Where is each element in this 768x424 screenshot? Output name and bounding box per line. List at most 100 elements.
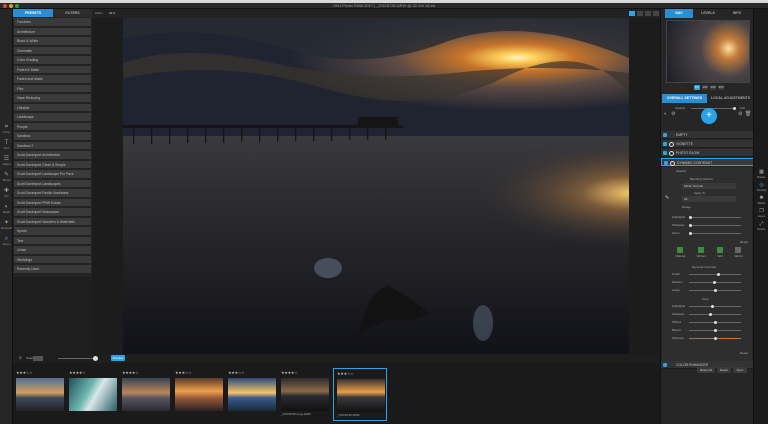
preset-category-item[interactable]: Urban xyxy=(14,246,91,255)
thumbnail-size-knob[interactable] xyxy=(93,356,98,361)
retouch-tool[interactable]: ✦ Retouch xyxy=(1,219,12,232)
enable-checkbox[interactable] xyxy=(663,133,667,137)
blend-mode-select[interactable]: Mode: Normal xyxy=(682,183,736,189)
preset-category-item[interactable]: Scott Davenport Landscape Pro Pack xyxy=(14,170,91,179)
preset-category-item[interactable]: Scott Davenport PRW Extras xyxy=(14,198,91,208)
filmstrip-item-2[interactable]: ★★★★☆ xyxy=(66,368,118,420)
mask-icon[interactable]: ◐ xyxy=(664,111,667,117)
tab-filters[interactable]: FILTERS xyxy=(53,9,92,17)
range-shadows-slider[interactable] xyxy=(689,224,741,227)
power-icon[interactable] xyxy=(669,141,674,147)
small-slider[interactable] xyxy=(689,273,741,276)
module-develop[interactable]: ◎ Develop xyxy=(755,182,768,194)
large-slider[interactable] xyxy=(689,289,741,292)
tab-levels[interactable]: LEVELS xyxy=(694,9,722,18)
medium-slider[interactable] xyxy=(689,281,741,284)
star-rating[interactable]: ★★★★☆ xyxy=(122,370,139,375)
trash-icon[interactable]: 🗑 xyxy=(745,111,751,117)
zoom-tool[interactable]: ⌕ Zoom xyxy=(1,235,12,248)
star-rating[interactable]: ★★★☆☆ xyxy=(16,370,33,375)
preset-category-item[interactable]: Weddings xyxy=(14,255,91,265)
tone-highlights-slider[interactable] xyxy=(689,305,741,308)
thumbnail-size-slider[interactable] xyxy=(58,358,98,359)
soft-preset[interactable]: Soft xyxy=(717,247,724,261)
tab-nav[interactable]: NAV xyxy=(665,9,693,18)
whites-slider[interactable] xyxy=(689,321,741,324)
enable-checkbox[interactable] xyxy=(663,363,667,367)
vibrance-slider[interactable] xyxy=(689,337,741,340)
image-canvas[interactable] xyxy=(92,18,660,354)
module-resize[interactable]: ⤢ Resize xyxy=(755,221,768,233)
split-view-icon[interactable] xyxy=(645,11,651,16)
adjust-tool[interactable]: ☰ Adjust xyxy=(1,155,12,168)
gear-icon[interactable]: ⚙ xyxy=(738,111,742,117)
preset-category-item[interactable]: Cinematic xyxy=(14,46,91,56)
module-layers[interactable]: ❐ Layers xyxy=(755,208,768,220)
enable-checkbox[interactable] xyxy=(663,151,667,155)
zoom-200-button[interactable]: 200 xyxy=(710,85,716,90)
power-icon[interactable] xyxy=(670,160,675,166)
module-browse[interactable]: ▦ Browse xyxy=(755,169,768,181)
preset-category-item[interactable]: Sports xyxy=(14,227,91,236)
preset-category-item[interactable]: Scott Davenport Landscapes xyxy=(14,179,91,189)
zoom-value[interactable]: 32.3 xyxy=(109,11,115,15)
apply-to-select[interactable]: All xyxy=(682,196,736,202)
sync-button[interactable]: Sync xyxy=(733,367,747,373)
search-icon[interactable]: ⌕ xyxy=(19,355,22,361)
tab-overall-settings[interactable]: OVERALL SETTINGS xyxy=(662,94,707,103)
tone-shadows-slider[interactable] xyxy=(689,313,741,316)
compare-view-icon[interactable] xyxy=(637,11,643,16)
eyedropper-icon[interactable]: ✎ xyxy=(665,195,669,201)
preset-category-item[interactable]: Scott Davenport Clean & Simple xyxy=(14,160,91,170)
preset-category-item[interactable]: Landscape xyxy=(14,113,91,122)
power-icon[interactable] xyxy=(669,150,674,156)
preset-category-item[interactable]: Scott Davenport Pacific Northwest xyxy=(14,189,91,198)
preset-category-item[interactable]: Text xyxy=(14,236,91,246)
enable-checkbox[interactable] xyxy=(664,161,668,165)
star-rating[interactable]: ★★★☆☆ xyxy=(228,370,245,375)
preset-category-item[interactable]: People xyxy=(14,122,91,132)
tab-local-adjustments[interactable]: LOCAL ADJUSTMENTS xyxy=(708,94,753,103)
star-rating[interactable]: ★★★★☆ xyxy=(69,370,86,375)
mask-tool[interactable]: ◐ Mask xyxy=(1,203,12,216)
filmstrip-item-4[interactable]: ★★★☆☆ xyxy=(172,368,224,420)
preset-category-item[interactable]: Lifestyle xyxy=(14,103,91,113)
zoom-fit-button[interactable]: Fit xyxy=(694,85,700,90)
module-effects[interactable]: ✺ Effects xyxy=(755,195,768,207)
grid-view-icon[interactable] xyxy=(33,356,43,361)
single-view-icon[interactable] xyxy=(629,11,635,16)
text-tool[interactable]: T Text xyxy=(1,139,12,152)
natural-preset[interactable]: Natural xyxy=(676,247,685,261)
tab-info[interactable]: INFO xyxy=(723,9,751,18)
navigator-preview[interactable] xyxy=(666,20,750,83)
reset-link[interactable]: Reset xyxy=(740,240,748,244)
preset-category-item[interactable]: Faded & Matte xyxy=(14,65,91,75)
preset-category-item[interactable]: Scott Davenport Seascapes xyxy=(14,208,91,217)
reset-all-button[interactable]: Reset All xyxy=(697,367,715,373)
filter-photo-glow[interactable]: PHOTO GLOW xyxy=(661,149,754,157)
vibrant-preset[interactable]: Vibrant xyxy=(697,247,706,261)
filmstrip-item-1[interactable]: ★★★☆☆ xyxy=(13,368,65,420)
preset-category-item[interactable]: Haze Reducing xyxy=(14,94,91,103)
settings-icon[interactable]: ⚙ xyxy=(671,111,675,117)
filmstrip-item-5[interactable]: ★★★☆☆ xyxy=(225,368,277,420)
preset-category-item[interactable]: Architecture xyxy=(14,27,91,37)
brush-tool[interactable]: ✎ Brush xyxy=(1,171,12,184)
star-rating[interactable]: ★★★☆☆ xyxy=(337,371,354,376)
warm-preset[interactable]: Warm xyxy=(734,247,742,261)
fix-tool[interactable]: ✚ Fix xyxy=(1,187,12,200)
filter-dynamic-contrast[interactable]: DYNAMIC CONTRAST xyxy=(661,158,754,166)
range-highlights-slider[interactable] xyxy=(689,216,741,219)
star-rating[interactable]: ★★★☆☆ xyxy=(175,370,192,375)
zoom-100-button[interactable]: 100 xyxy=(702,85,708,90)
filmstrip-item-7-selected[interactable]: ★★★☆☆ _DSC8730.ARW xyxy=(333,368,387,421)
preset-category-item[interactable]: Sandbox xyxy=(14,132,91,141)
preset-category-item[interactable]: Favorites xyxy=(14,18,91,27)
crop-tool[interactable]: ⌗ Crop xyxy=(1,123,12,136)
filmstrip-item-6[interactable]: ★★★★☆ _DSC8730-copy.ARW xyxy=(278,368,330,420)
star-rating[interactable]: ★★★★☆ xyxy=(281,370,298,375)
preset-category-item[interactable]: Scott Davenport Wonders & Waterfalls xyxy=(14,217,91,227)
filter-empty[interactable]: EMPTY xyxy=(661,131,754,139)
reset-button[interactable]: Reset xyxy=(717,367,731,373)
range-zoom-slider[interactable] xyxy=(689,232,741,235)
